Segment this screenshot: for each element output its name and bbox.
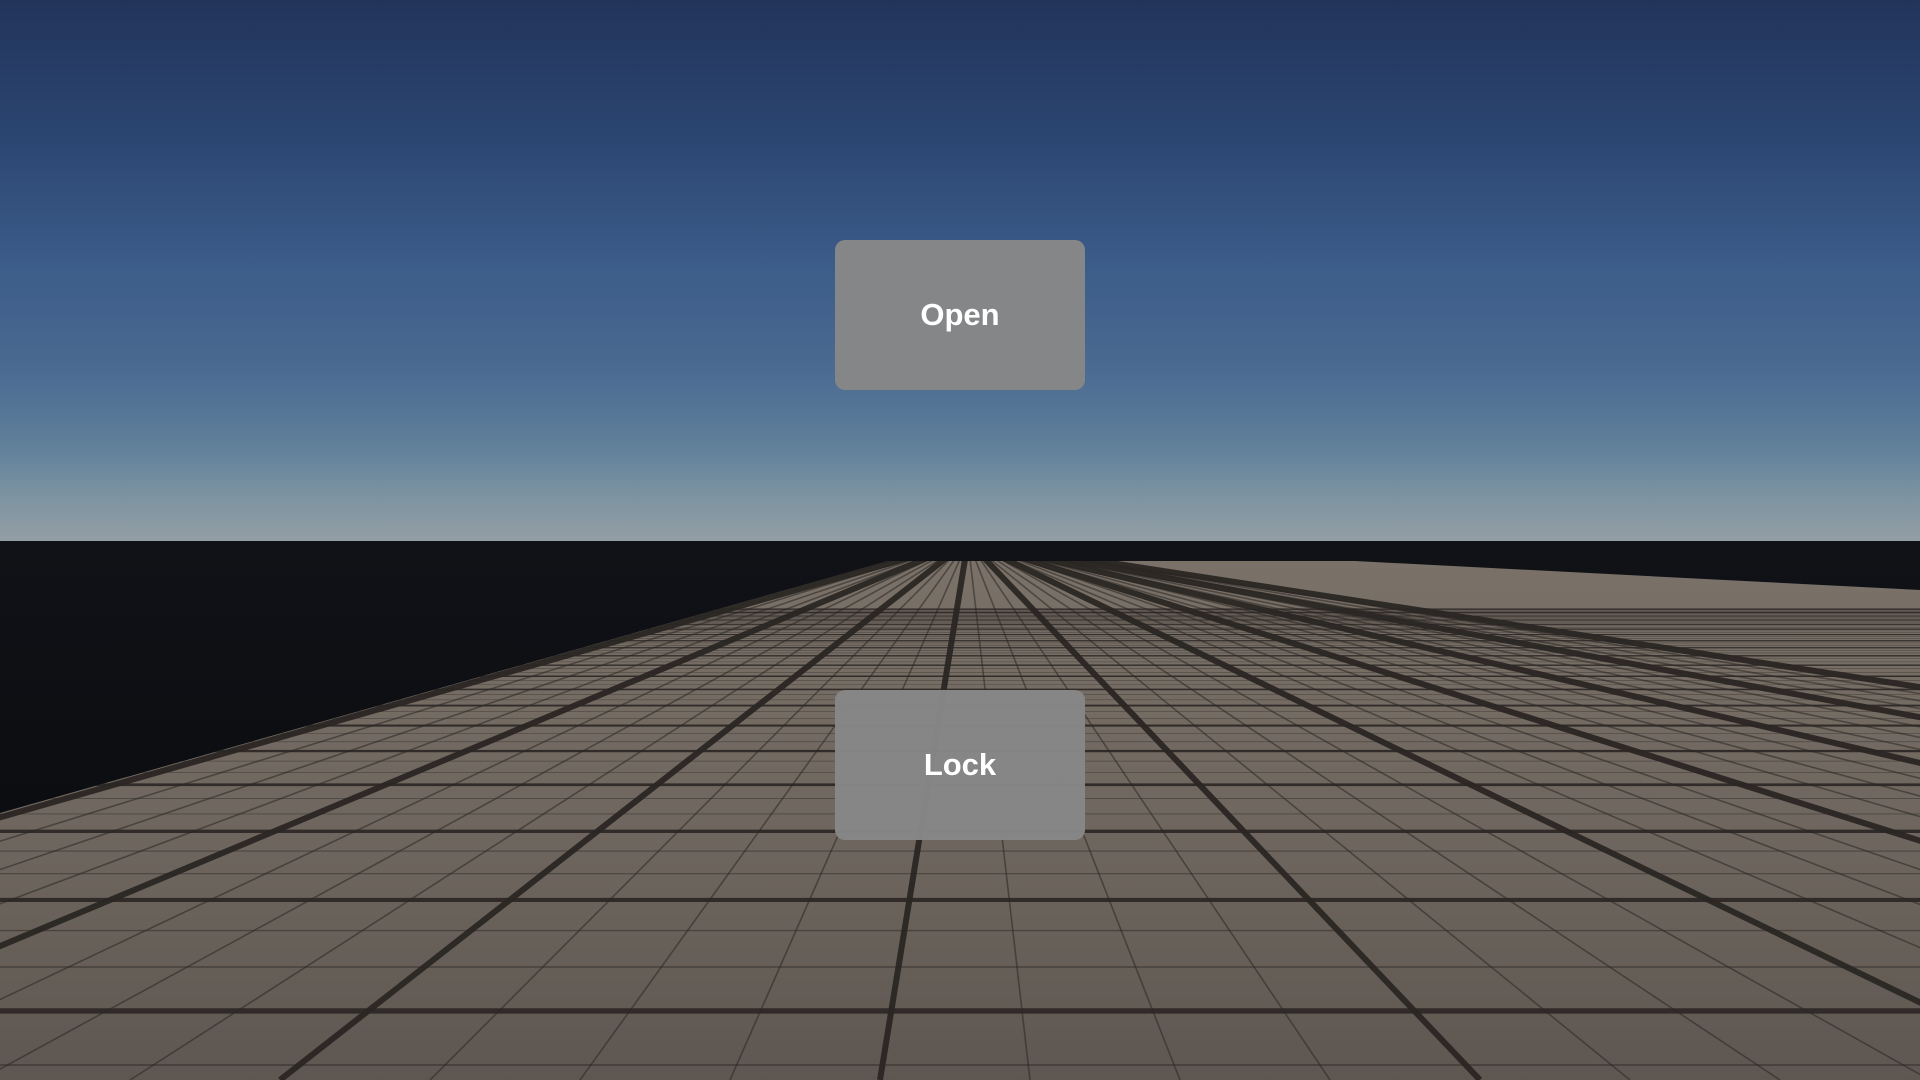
- open-button-label: Open: [920, 297, 1000, 332]
- grid-floor: [0, 541, 1920, 1080]
- lock-button-label: Lock: [923, 747, 997, 782]
- game-viewport: Open Lock: [0, 0, 1920, 1080]
- open-button[interactable]: Open: [835, 240, 1085, 390]
- lock-button[interactable]: Lock: [835, 690, 1085, 840]
